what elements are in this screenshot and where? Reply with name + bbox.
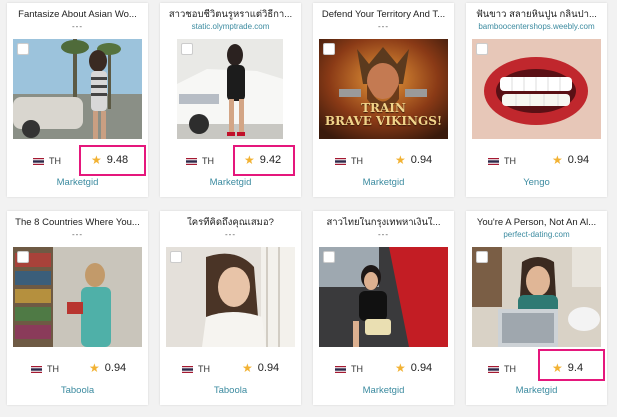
country-code: TH — [49, 156, 61, 166]
ad-title[interactable]: ใครที่คิดถึงคุณเสมอ? — [164, 217, 297, 229]
ad-subtitle[interactable]: bamboocentershops.weebly.com — [470, 21, 603, 32]
checkbox-icon[interactable] — [170, 251, 182, 263]
thailand-flag-icon — [335, 365, 346, 373]
ad-network: Marketgid — [362, 177, 405, 188]
country-code: TH — [504, 156, 516, 166]
thailand-flag-icon — [31, 365, 42, 373]
country: TH — [488, 156, 516, 166]
ad-card-5[interactable]: The 8 Countries Where You... --- TH ★ 0.… — [7, 211, 148, 405]
rating: ★ 9.42 — [244, 154, 281, 166]
ad-title[interactable]: Defend Your Territory And T... — [317, 9, 450, 21]
thailand-flag-icon — [33, 157, 44, 165]
rating: ★ 0.94 — [395, 362, 432, 374]
ad-card-1[interactable]: Fantasize About Asian Wo... --- TH ★ 9.4… — [7, 3, 148, 197]
ad-thumbnail[interactable] — [13, 39, 142, 139]
thailand-flag-icon — [488, 365, 499, 373]
ad-subtitle: --- — [378, 22, 389, 31]
ad-title[interactable]: Fantasize About Asian Wo... — [11, 9, 144, 21]
thailand-flag-icon — [335, 157, 346, 165]
checkbox-icon[interactable] — [323, 251, 335, 263]
ad-card-7[interactable]: สาวไทยในกรุงเทพหาเงินใ... --- TH ★ 0.94 … — [313, 211, 454, 405]
ad-subtitle: --- — [225, 230, 236, 239]
checkbox-icon[interactable] — [323, 43, 335, 55]
rating-value: 0.94 — [410, 154, 433, 166]
rating-value: 0.94 — [104, 362, 127, 374]
ad-card-6[interactable]: ใครที่คิดถึงคุณเสมอ? --- TH ★ 0.94 Taboo… — [160, 211, 301, 405]
ad-network: Taboola — [213, 385, 248, 396]
ad-title[interactable]: สาวชอบชีวิตนรูหราแต่วิธีกา... — [164, 9, 297, 21]
star-icon: ★ — [395, 361, 406, 375]
ad-network: Marketgid — [56, 177, 99, 188]
ad-thumbnail[interactable] — [166, 247, 295, 347]
checkbox-icon[interactable] — [17, 251, 29, 263]
checkbox-icon[interactable] — [181, 43, 193, 55]
ad-thumbnail[interactable] — [319, 247, 448, 347]
ad-subtitle[interactable]: static.olymptrade.com — [164, 21, 297, 32]
rating: ★ 9.4 — [552, 362, 583, 374]
ad-subtitle[interactable]: perfect-dating.com — [470, 229, 603, 240]
rating-value: 0.94 — [257, 362, 280, 374]
ad-card-8[interactable]: You're A Person, Not An Al... perfect-da… — [466, 211, 607, 405]
ad-card-4[interactable]: ฟันขาว สลายหินปูน กลิ่นปา... bamboocente… — [466, 3, 607, 197]
country-code: TH — [351, 364, 363, 374]
checkbox-icon[interactable] — [17, 43, 29, 55]
rating-value: 9.48 — [106, 154, 129, 166]
star-icon: ★ — [242, 361, 253, 375]
ad-card-2[interactable]: สาวชอบชีวิตนรูหราแต่วิธีกา... static.oly… — [160, 3, 301, 197]
checkbox-icon[interactable] — [476, 43, 488, 55]
ad-network: Marketgid — [362, 385, 405, 396]
country-code: TH — [198, 364, 210, 374]
ad-network: Marketgid — [209, 177, 252, 188]
country-code: TH — [202, 156, 214, 166]
ad-thumbnail[interactable] — [472, 247, 601, 347]
country: TH — [31, 364, 59, 374]
ad-thumbnail[interactable] — [472, 39, 601, 139]
country: TH — [335, 364, 363, 374]
rating: ★ 9.48 — [91, 154, 128, 166]
ad-card-3[interactable]: Defend Your Territory And T... --- TRAIN… — [313, 3, 454, 197]
ad-title[interactable]: สาวไทยในกรุงเทพหาเงินใ... — [317, 217, 450, 229]
ad-title[interactable]: You're A Person, Not An Al... — [470, 217, 603, 229]
rating: ★ 0.94 — [242, 362, 279, 374]
country-code: TH — [47, 364, 59, 374]
country-code: TH — [351, 156, 363, 166]
thailand-flag-icon — [182, 365, 193, 373]
ad-subtitle: --- — [72, 22, 83, 31]
star-icon: ★ — [91, 153, 102, 167]
thailand-flag-icon — [488, 157, 499, 165]
ad-thumbnail[interactable] — [13, 247, 142, 347]
star-icon: ★ — [89, 361, 100, 375]
country: TH — [33, 156, 61, 166]
ad-network: Yengo — [523, 177, 550, 188]
country: TH — [182, 364, 210, 374]
image-text: TRAIN BRAVE VIKINGS! — [324, 101, 443, 128]
country: TH — [186, 156, 214, 166]
ad-thumbnail[interactable] — [177, 39, 283, 139]
country: TH — [488, 364, 516, 374]
star-icon: ★ — [552, 361, 563, 375]
ad-thumbnail[interactable]: TRAIN BRAVE VIKINGS! — [319, 39, 448, 139]
ad-title[interactable]: The 8 Countries Where You... — [11, 217, 144, 229]
star-icon: ★ — [395, 153, 406, 167]
rating-value: 0.94 — [410, 362, 433, 374]
checkbox-icon[interactable] — [476, 251, 488, 263]
ad-subtitle: --- — [378, 230, 389, 239]
ad-network: Marketgid — [515, 385, 558, 396]
rating: ★ 0.94 — [395, 154, 432, 166]
ad-subtitle: --- — [72, 230, 83, 239]
star-icon: ★ — [244, 153, 255, 167]
rating-value: 9.4 — [567, 362, 584, 374]
ad-title[interactable]: ฟันขาว สลายหินปูน กลิ่นปา... — [470, 9, 603, 21]
rating-value: 9.42 — [259, 154, 282, 166]
thailand-flag-icon — [186, 157, 197, 165]
star-icon: ★ — [552, 153, 563, 167]
rating: ★ 0.94 — [89, 362, 126, 374]
rating: ★ 0.94 — [552, 154, 589, 166]
country: TH — [335, 156, 363, 166]
rating-value: 0.94 — [567, 154, 590, 166]
country-code: TH — [504, 364, 516, 374]
ad-network: Taboola — [60, 385, 95, 396]
